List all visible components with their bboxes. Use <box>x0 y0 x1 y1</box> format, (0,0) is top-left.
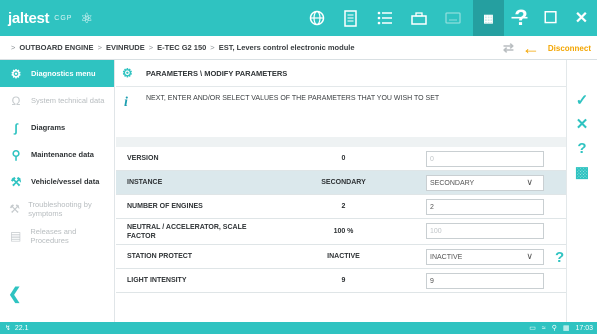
crumb-0[interactable]: OUTBOARD ENGINE <box>19 43 93 52</box>
param-select-station-protect[interactable]: INACTIVE ∨ <box>426 249 544 265</box>
param-current-value: 0 <box>341 155 346 162</box>
select-value: SECONDARY <box>430 179 475 187</box>
param-input-scale-factor: 100 <box>426 223 544 239</box>
brand-name: jaltest <box>8 9 50 27</box>
calendar-icon: ▦ <box>562 325 570 332</box>
sidebar-item-label: Troubleshooting by symptoms <box>28 199 92 218</box>
status-left-text: 22.1 <box>14 324 29 332</box>
battery-icon: ▭ <box>529 325 536 332</box>
globe-icon[interactable] <box>300 0 334 36</box>
maximize-icon[interactable]: ☐ <box>535 0 566 36</box>
procedures-icon: ▤ <box>10 228 22 243</box>
sidebar-item-vehicle-data[interactable]: ⚒ Vehicle/vessel data <box>0 168 114 195</box>
param-name: STATION PROTECT <box>127 253 193 260</box>
param-name: NEUTRAL / ACCELERATOR, SCALE FACTOR <box>127 223 247 240</box>
keyboard-icon[interactable] <box>436 0 470 36</box>
param-name: VERSION <box>127 155 159 162</box>
clock-time: 17:03 <box>575 324 593 332</box>
diagnostics-icon: ⚙ <box>10 66 22 81</box>
sidebar-item-releases[interactable]: ▤ Releases and Procedures <box>0 222 114 249</box>
chevron-down-icon: ∨ <box>526 177 533 187</box>
close-icon[interactable]: ✕ <box>566 0 597 36</box>
sidebar-item-label: Maintenance data <box>31 150 94 159</box>
param-row-number-of-engines: NUMBER OF ENGINES 2 2 <box>116 195 566 219</box>
param-row-station-protect: STATION PROTECT INACTIVE INACTIVE ∨ ? <box>116 245 566 269</box>
sidebar-item-system-technical-data[interactable]: Ω System technical data <box>0 87 114 114</box>
omega-icon: Ω <box>11 93 21 108</box>
info-text: NEXT, ENTER AND/OR SELECT VALUES OF THE … <box>146 95 440 102</box>
parameters-icon: ⚙ <box>122 66 133 80</box>
page-title: PARAMETERS \ MODIFY PARAMETERS <box>146 68 288 78</box>
usb-icon: ↯ <box>5 325 11 332</box>
minimize-icon[interactable]: — <box>504 0 535 36</box>
disconnect-button[interactable]: Disconnect <box>548 44 591 53</box>
param-current-value: SECONDARY <box>321 179 366 186</box>
param-current-value: INACTIVE <box>327 253 360 260</box>
sidebar-item-label: Releases and Procedures <box>30 226 77 245</box>
save-file-icon[interactable]: ▩ <box>567 160 597 184</box>
crumb-2[interactable]: E-TEC G2 150 <box>157 43 206 52</box>
vehicles-icon: ⚛ <box>80 9 93 26</box>
help-question-icon[interactable]: ? <box>555 249 564 266</box>
sidebar-item-label: Vehicle/vessel data <box>31 177 100 186</box>
info-icon: i <box>124 95 128 110</box>
toolbox-icon[interactable] <box>402 0 436 36</box>
search-icon: ⚲ <box>551 325 557 332</box>
param-row-scale-factor: NEUTRAL / ACCELERATOR, SCALE FACTOR 100 … <box>116 219 566 245</box>
sidebar-item-troubleshooting[interactable]: ⚒ Troubleshooting by symptoms <box>0 195 114 222</box>
crumb-1[interactable]: EVINRUDE <box>106 43 145 52</box>
param-name: LIGHT INTENSITY <box>127 277 187 284</box>
action-bar: ✓ ✕ ? ▩ <box>566 60 597 322</box>
disconnect-arrow-icon[interactable]: ← <box>522 38 540 59</box>
diagram-icon: ∫ <box>14 120 18 135</box>
param-input-light-intensity[interactable]: 9 <box>426 273 544 289</box>
document-icon[interactable] <box>334 0 368 36</box>
sidebar: ⚙ Diagnostics menu Ω System technical da… <box>0 60 115 322</box>
info-message: i NEXT, ENTER AND/OR SELECT VALUES OF TH… <box>116 87 566 137</box>
panel-header: ⚙ PARAMETERS \ MODIFY PARAMETERS <box>116 60 566 87</box>
parameter-table: VERSION 0 0 INSTANCE SECONDARY SECONDARY… <box>116 137 566 293</box>
accept-check-icon[interactable]: ✓ <box>567 88 597 112</box>
sidebar-item-maintenance-data[interactable]: ⚲ Maintenance data <box>0 141 114 168</box>
param-current-value: 100 % <box>333 228 354 235</box>
oil-can-icon: ⚲ <box>11 147 21 162</box>
chevron-down-icon: ∨ <box>526 251 533 261</box>
param-name: NUMBER OF ENGINES <box>127 203 203 210</box>
param-select-instance[interactable]: SECONDARY ∨ <box>426 175 544 191</box>
main-panel: ⚙ PARAMETERS \ MODIFY PARAMETERS i NEXT,… <box>116 60 566 322</box>
param-row-instance: INSTANCE SECONDARY SECONDARY ∨ <box>116 171 566 195</box>
param-current-value: 2 <box>341 203 346 210</box>
back-chevron-icon[interactable]: ❮ <box>8 284 21 304</box>
wrench-icon: ⚒ <box>10 174 22 189</box>
sidebar-item-label: System technical data <box>31 96 105 105</box>
status-bar: ↯ 22.1 ▭ ≈ ⚲ ▦ 17:03 <box>0 322 597 334</box>
sidebar-item-label: Diagnostics menu <box>31 69 96 78</box>
brand-product: CGP <box>54 14 73 22</box>
param-name: INSTANCE <box>127 179 163 186</box>
cancel-x-icon[interactable]: ✕ <box>567 112 597 136</box>
param-row-light-intensity: LIGHT INTENSITY 9 9 <box>116 269 566 293</box>
wifi-icon: ≈ <box>541 324 546 332</box>
list-icon[interactable] <box>368 0 402 36</box>
param-current-value: 9 <box>341 277 346 284</box>
help-icon[interactable]: ? <box>567 136 597 160</box>
param-input-version: 0 <box>426 151 544 167</box>
param-input-number-of-engines[interactable]: 2 <box>426 199 544 215</box>
tools-icon: ⚒ <box>9 201 20 216</box>
top-toolbar: jaltest CGP ⚛ ? ▦ — ☐ ✕ <box>0 0 597 36</box>
sidebar-item-label: Diagrams <box>31 123 66 132</box>
select-value: INACTIVE <box>430 253 463 261</box>
sidebar-item-diagnostics-menu[interactable]: ⚙ Diagnostics menu <box>0 60 114 87</box>
crumb-3[interactable]: EST, Levers control electronic module <box>219 43 355 52</box>
connection-icon: ⇄ <box>502 40 514 55</box>
breadcrumb: > OUTBOARD ENGINE > EVINRUDE > E-TEC G2 … <box>0 36 597 60</box>
apps-grid-icon[interactable]: ▦ <box>473 0 504 36</box>
app-logo: jaltest CGP ⚛ <box>0 0 93 36</box>
param-row-version: VERSION 0 0 <box>116 147 566 171</box>
sidebar-item-diagrams[interactable]: ∫ Diagrams <box>0 114 114 141</box>
